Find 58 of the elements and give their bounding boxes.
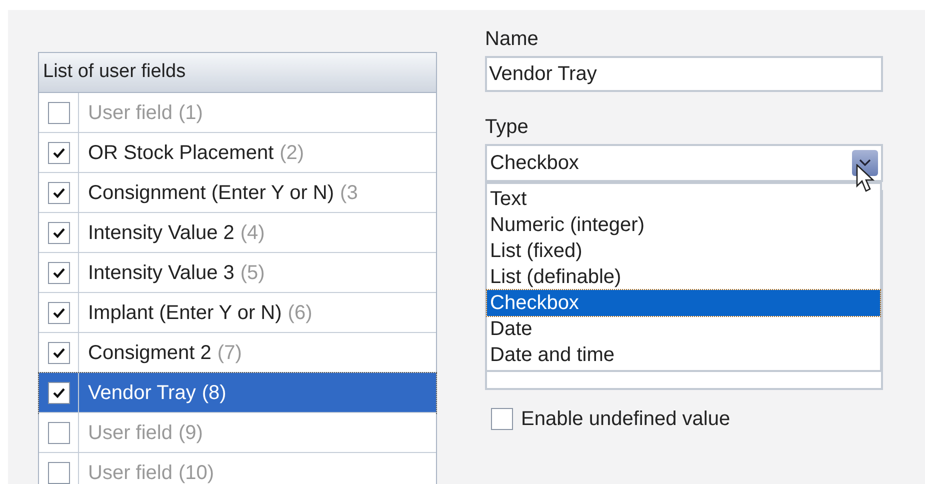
checkbox[interactable] bbox=[48, 142, 70, 164]
dropdown-option[interactable]: List (fixed) bbox=[487, 238, 880, 264]
checkbox[interactable] bbox=[48, 222, 70, 244]
field-name: Intensity Value 2 bbox=[88, 220, 234, 246]
field-name: Intensity Value 3 bbox=[88, 260, 234, 286]
checkbox[interactable] bbox=[48, 342, 70, 364]
field-name: Consigment 2 bbox=[88, 340, 212, 366]
field-name: User field bbox=[88, 100, 172, 126]
type-dropdown[interactable]: Checkbox bbox=[485, 144, 883, 182]
field-number: (2) bbox=[280, 140, 304, 166]
field-number: (1) bbox=[178, 100, 203, 126]
list-item[interactable]: Intensity Value 2 (4) bbox=[39, 213, 436, 253]
checkbox[interactable] bbox=[491, 408, 513, 430]
field-name: Implant (Enter Y or N) bbox=[88, 300, 282, 326]
field-number: (3 bbox=[340, 180, 358, 206]
field-number: (7) bbox=[217, 340, 242, 366]
list-item[interactable]: Vendor Tray (8) bbox=[39, 373, 436, 413]
checkbox[interactable] bbox=[48, 102, 70, 124]
checkbox-label: Enable undefined value bbox=[521, 407, 730, 432]
type-label: Type bbox=[485, 115, 528, 140]
field-name: User field bbox=[88, 460, 172, 484]
list-item[interactable]: Implant (Enter Y or N) (6) bbox=[39, 293, 436, 333]
checkbox[interactable] bbox=[48, 382, 70, 404]
checkmark-icon bbox=[52, 306, 66, 318]
field-name: Consignment (Enter Y or N) bbox=[88, 180, 334, 206]
checkbox[interactable] bbox=[48, 422, 70, 444]
field-name: Vendor Tray bbox=[88, 380, 196, 406]
name-field[interactable]: Vendor Tray bbox=[485, 56, 883, 92]
checkmark-icon bbox=[52, 186, 66, 198]
list-item[interactable]: Intensity Value 3 (5) bbox=[39, 253, 436, 293]
checkmark-icon bbox=[52, 346, 66, 358]
field-number: (6) bbox=[288, 300, 312, 326]
field-name: OR Stock Placement bbox=[88, 140, 274, 166]
field-number: (4) bbox=[240, 220, 265, 246]
field-number: (5) bbox=[240, 260, 265, 286]
checkbox[interactable] bbox=[48, 462, 70, 484]
checkmark-icon bbox=[52, 226, 66, 238]
checkmark-icon bbox=[52, 386, 66, 398]
list-item[interactable]: Consignment (Enter Y or N) (3 bbox=[39, 173, 436, 213]
checkbox[interactable] bbox=[48, 302, 70, 324]
name-label: Name bbox=[485, 27, 538, 52]
checkbox[interactable] bbox=[48, 182, 70, 204]
field-number: (8) bbox=[202, 380, 226, 406]
dropdown-option[interactable]: Numeric (integer) bbox=[487, 212, 880, 238]
field-name: User field bbox=[88, 420, 172, 446]
dropdown-option[interactable]: List (definable) bbox=[487, 264, 880, 290]
field-number: (9) bbox=[178, 420, 203, 446]
checkmark-icon bbox=[52, 146, 66, 158]
list-header: List of user fields bbox=[39, 53, 436, 93]
list-item[interactable]: Consigment 2 (7) bbox=[39, 333, 436, 373]
dropdown-option[interactable]: Checkbox bbox=[487, 290, 880, 316]
checkmark-icon bbox=[52, 266, 66, 278]
dropdown-option[interactable]: Text bbox=[487, 186, 880, 212]
list-item[interactable]: OR Stock Placement (2) bbox=[39, 133, 436, 173]
field-number: (10) bbox=[178, 460, 214, 484]
checkbox[interactable] bbox=[48, 262, 70, 284]
dropdown-option[interactable]: Date and time bbox=[487, 342, 880, 368]
dropdown-option[interactable]: Date bbox=[487, 316, 880, 342]
